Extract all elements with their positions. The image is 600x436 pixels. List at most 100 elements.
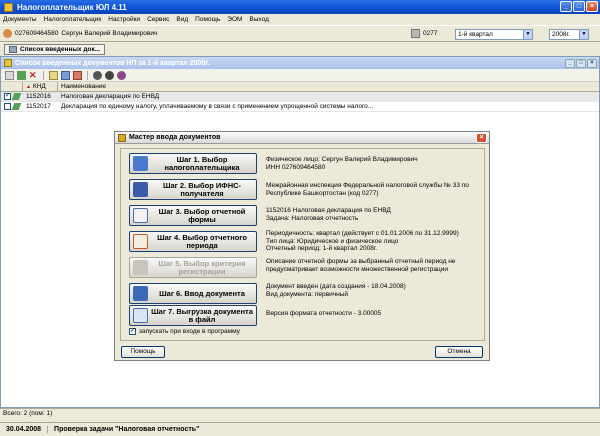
- cell-knd: 1152016: [26, 93, 51, 100]
- pencil-icon: [11, 103, 22, 110]
- edit-icon[interactable]: [17, 70, 26, 80]
- chevron-down-icon: ▼: [579, 30, 588, 39]
- wizard-titlebar: Мастер ввода документов: [115, 132, 489, 144]
- step-3-info: 1152016 Налоговая декларация по ЕНВД Зад…: [266, 207, 391, 222]
- list-icon: [9, 45, 17, 53]
- step-2-button[interactable]: Шаг 2. Выбор ИФНС-получателя: [129, 179, 257, 200]
- column-header-knd[interactable]: ▲ КНД: [23, 81, 58, 92]
- registration-icon: [133, 260, 148, 275]
- period-value: 1-й квартал: [458, 31, 493, 38]
- menu-service[interactable]: Сервис: [147, 16, 169, 23]
- step-5-button: Шаг 5. Выбор критерия регистрации: [129, 257, 257, 278]
- document-toolbar: ✕: [1, 69, 599, 82]
- row-checkbox[interactable]: ✓: [4, 93, 11, 100]
- step-1-info: Физическое лицо: Сергун Валерий Владимир…: [266, 156, 418, 171]
- child-close-button[interactable]: ×: [587, 58, 597, 68]
- user-bar: 027609464580 Сергун Валерий Владимирович…: [0, 25, 600, 42]
- child-maximize-button[interactable]: □: [576, 58, 586, 68]
- export-icon[interactable]: [73, 70, 82, 80]
- step-6-label: Шаг 6. Ввод документа: [159, 288, 245, 298]
- step-3-button[interactable]: Шаг 3. Выбор отчетной формы: [129, 205, 257, 226]
- menu-help[interactable]: Помощь: [195, 16, 220, 23]
- office-icon: [411, 29, 420, 38]
- document-entry-icon: [133, 286, 148, 301]
- calendar-icon: [133, 234, 148, 249]
- step-2-label: Шаг 2. Выбор ИФНС-получателя: [162, 180, 242, 198]
- menu-settings[interactable]: Настройки: [108, 16, 140, 23]
- step-5-label: Шаг 5. Выбор критерия регистрации: [158, 258, 246, 276]
- save-icon[interactable]: [61, 70, 70, 80]
- cancel-button[interactable]: Отмена: [435, 346, 483, 358]
- delete-icon[interactable]: ✕: [29, 70, 38, 80]
- find-next-icon[interactable]: [105, 70, 114, 80]
- export-file-icon: [133, 308, 148, 323]
- step-1-label: Шаг 1. Выбор налогоплательщика: [164, 154, 240, 172]
- tab-document-list[interactable]: Список введенных док...: [4, 43, 106, 55]
- step-5-info: Описание отчетной формы за выбранный отч…: [266, 258, 456, 273]
- cell-knd: 1152017: [26, 103, 51, 110]
- building-icon: [133, 182, 148, 197]
- table-row[interactable]: 1152017 Декларация по единому налогу, уп…: [1, 102, 599, 112]
- tab-label: Список введенных док...: [20, 45, 101, 53]
- folder-icon: [4, 59, 12, 67]
- user-name: Сергун Валерий Владимирович: [61, 30, 158, 37]
- sort-up-icon: ▲: [26, 83, 31, 90]
- wizard-dialog: Мастер ввода документов × Шаг 1. Выбор н…: [114, 131, 490, 361]
- binoculars-icon[interactable]: [93, 70, 102, 80]
- wizard-icon: [118, 133, 126, 142]
- cell-name: Декларация по единому налогу, уплачиваем…: [61, 103, 374, 110]
- step-3-label: Шаг 3. Выбор отчетной формы: [158, 206, 246, 224]
- user-inn: 027609464580: [15, 30, 59, 37]
- wizard-close-button[interactable]: ×: [476, 133, 487, 143]
- wizard-title: Мастер ввода документов: [129, 134, 221, 141]
- maximize-button[interactable]: □: [573, 1, 585, 12]
- row-checkbox[interactable]: [4, 103, 11, 110]
- step-4-label: Шаг 4. Выбор отчетного периода: [157, 232, 247, 250]
- grid-header: ▲ КНД Наименование: [1, 81, 599, 92]
- period-select[interactable]: 1-й квартал ▼: [455, 29, 533, 40]
- close-button[interactable]: ×: [586, 1, 598, 12]
- wizard-body: Шаг 1. Выбор налогоплательщика Физическо…: [120, 148, 485, 341]
- menu-taxpayer[interactable]: Налогоплательщик: [44, 16, 102, 23]
- step-4-info: Периодичность: квартал (действует с 01.0…: [266, 230, 459, 252]
- menu-documents[interactable]: Документы: [3, 16, 37, 23]
- menu-bar: Документы Налогоплательщик Настройки Сер…: [0, 14, 600, 25]
- year-select[interactable]: 2008г. ▼: [549, 29, 589, 40]
- document-list-titlebar: Список введенных документов НП за 1-й кв…: [1, 57, 599, 69]
- chevron-down-icon: ▼: [523, 30, 532, 39]
- menu-view[interactable]: Вид: [176, 16, 188, 23]
- year-value: 2008г.: [552, 31, 570, 38]
- step-1-button[interactable]: Шаг 1. Выбор налогоплательщика: [129, 153, 257, 174]
- autostart-checkbox[interactable]: ✓: [129, 328, 136, 335]
- menu-eom[interactable]: ЭОМ: [227, 16, 242, 23]
- toolbar-divider: [43, 70, 44, 80]
- window-tab-bar: Список введенных док...: [0, 42, 600, 56]
- table-row[interactable]: ✓ 1152016 Налоговая декларация по ЕНВД: [1, 92, 599, 102]
- step-6-button[interactable]: Шаг 6. Ввод документа: [129, 283, 257, 304]
- step-7-button[interactable]: Шаг 7. Выгрузка документа в файл: [129, 305, 257, 326]
- person-icon: [133, 156, 148, 171]
- form-icon: [133, 208, 148, 223]
- column-header-name[interactable]: Наименование: [58, 82, 106, 92]
- person-icon: [3, 29, 12, 38]
- document-list-title: Список введенных документов НП за 1-й кв…: [15, 59, 210, 67]
- step-6-info: Документ введен (дата создания - 18.04.2…: [266, 283, 406, 298]
- copy-icon[interactable]: [49, 70, 58, 80]
- filter-icon[interactable]: [117, 70, 126, 80]
- minimize-button[interactable]: _: [560, 1, 572, 12]
- pencil-icon: [11, 93, 22, 100]
- help-button[interactable]: Помощь: [121, 346, 165, 358]
- cell-name: Налоговая декларация по ЕНВД: [61, 93, 160, 100]
- autostart-option[interactable]: ✓ запускать при входе в программу: [129, 328, 240, 335]
- step-4-button[interactable]: Шаг 4. Выбор отчетного периода: [129, 231, 257, 252]
- step-7-label: Шаг 7. Выгрузка документа в файл: [151, 306, 253, 324]
- step-2-info: Межрайонная инспекция Федеральной налого…: [266, 182, 469, 197]
- status-bar: Всего: 2 (пом: 1): [0, 408, 600, 418]
- office-code: 0277: [423, 30, 438, 37]
- refresh-icon[interactable]: [5, 70, 14, 80]
- menu-exit[interactable]: Выход: [249, 16, 268, 23]
- step-7-info: Версия формата отчетности - 3.00005: [266, 310, 382, 317]
- task-bar: 30.04.2008 Проверка задачи "Налоговая от…: [0, 422, 600, 436]
- child-minimize-button[interactable]: _: [565, 58, 575, 68]
- app-icon: [4, 2, 13, 12]
